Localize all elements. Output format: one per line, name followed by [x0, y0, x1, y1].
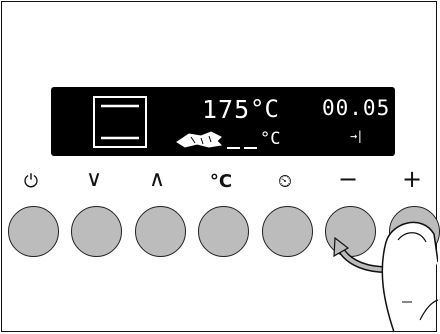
timer-value: 00.05 [322, 96, 391, 120]
plus-icon: + [401, 165, 423, 193]
chevron-down-icon: ∨ [85, 167, 103, 192]
plus-button[interactable] [389, 206, 440, 257]
conventional-heating-icon [93, 96, 147, 148]
power-icon: ⏻ [23, 171, 39, 192]
chevron-up-icon: ∧ [148, 167, 166, 192]
temperature-unit: °C [250, 95, 279, 123]
down-button[interactable] [71, 206, 122, 257]
oven-display: 175 °C °C 00.05 →| [51, 87, 395, 156]
temperature-button[interactable] [198, 206, 249, 257]
meat-probe-icon [176, 131, 223, 148]
temperature-value: 175 [202, 95, 251, 124]
minus-button[interactable] [325, 206, 376, 257]
power-button[interactable] [8, 206, 59, 257]
probe-unit: °C [260, 129, 281, 149]
temperature-icon: °C [209, 171, 233, 192]
up-button[interactable] [135, 206, 186, 257]
timer-button[interactable] [262, 206, 313, 257]
timer-icon: ⏲ [277, 171, 293, 192]
minus-icon: − [337, 165, 359, 193]
arrow-to-bar-icon: →| [350, 129, 363, 143]
oven-control-panel: 175 °C °C 00.05 →| ⏻ ∨ ∧ °C ⏲ − + [1, 1, 440, 333]
press-gesture-illustration [333, 221, 438, 333]
